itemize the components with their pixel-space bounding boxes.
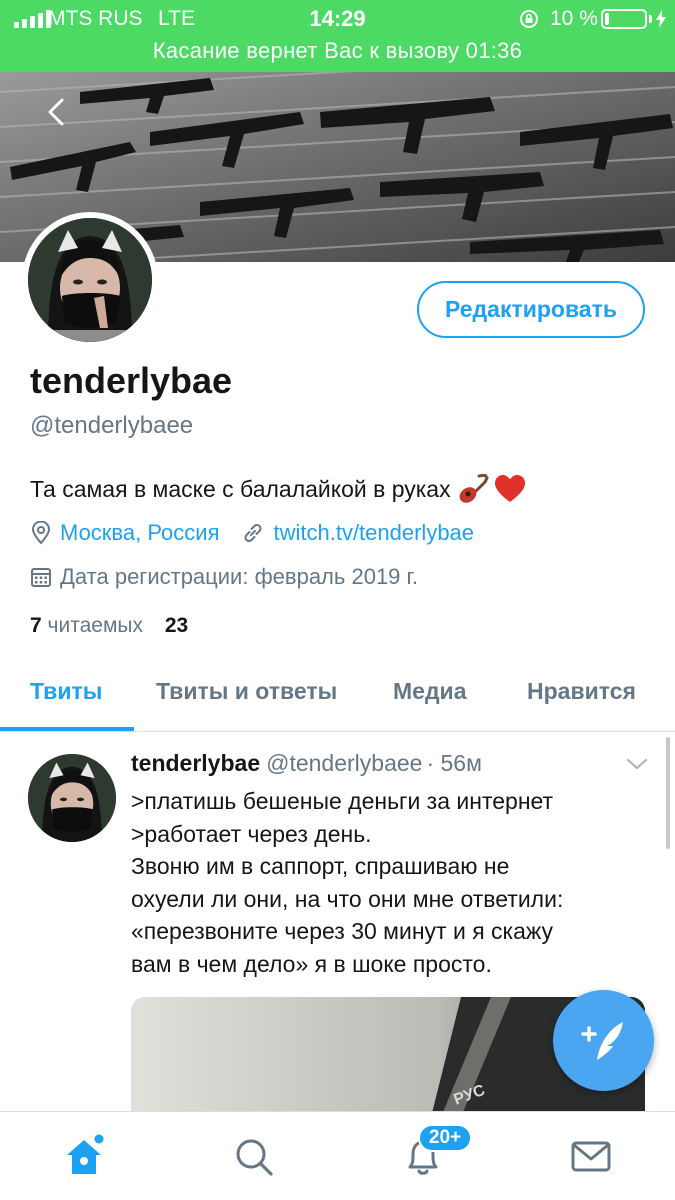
tweet-line: «перезвоните через 30 минут и я скажу: [131, 918, 554, 945]
tweet-text: >платишь бешеные деньги за интернет >раб…: [131, 785, 631, 981]
calendar-icon: [31, 568, 51, 587]
scrollbar[interactable]: [666, 737, 670, 849]
back-button[interactable]: [30, 90, 82, 134]
tab-tweets-and-replies[interactable]: Твиты и ответы: [156, 678, 337, 705]
profile-handle: @tenderlybaee: [30, 412, 194, 439]
tab-media[interactable]: Медиа: [393, 678, 466, 705]
battery-percent: 10 %: [550, 7, 598, 30]
notifications-badge: 20+: [418, 1124, 472, 1152]
followers-count: 23: [164, 614, 189, 637]
messages-icon: [571, 1141, 611, 1172]
tweet-line: >платишь бешеные деньги за интернет: [131, 788, 554, 814]
compose-feather-icon: [580, 1021, 623, 1060]
tweet-timestamp: · 56м: [426, 750, 482, 776]
guitar-emoji: [459, 474, 489, 503]
nav-messages[interactable]: [569, 1134, 613, 1178]
nav-home[interactable]: [62, 1134, 106, 1178]
followers-stat[interactable]: 23: [165, 614, 188, 637]
profile-location[interactable]: Москва, Россия: [60, 520, 219, 546]
nav-search[interactable]: [231, 1134, 275, 1178]
tweet-author-handle: @tenderlybaee: [266, 750, 423, 776]
tab-tweets[interactable]: Твиты: [30, 678, 102, 705]
location-pin-icon: [31, 521, 51, 545]
chevron-down-icon[interactable]: [626, 756, 648, 772]
profile-stats: 7 читаемых 23: [30, 614, 188, 638]
search-icon: [236, 1139, 273, 1176]
tweet-header: tenderlybae @tenderlybaee · 56м: [131, 750, 482, 777]
active-tab-indicator: [0, 727, 134, 731]
tab-likes[interactable]: Нравится: [527, 678, 636, 705]
profile-display-name: tenderlybae: [30, 360, 233, 401]
following-count: 7: [30, 614, 42, 637]
edit-profile-button[interactable]: Редактировать: [417, 281, 645, 338]
chevron-left-icon: [48, 98, 64, 126]
profile-tabs: Твиты Твиты и ответы Медиа Нравится: [0, 662, 675, 732]
status-bar: MTS RUS LTE 14:29 10 % Касание вернет Ва…: [0, 0, 675, 72]
battery-icon: [601, 9, 647, 29]
battery-tip: [649, 15, 652, 23]
tweet-author-name[interactable]: tenderlybae: [131, 750, 260, 776]
active-call-banner[interactable]: Касание вернет Вас к вызову 01:36: [0, 38, 675, 64]
tweet-line: >работает через день.: [131, 820, 372, 847]
bottom-navigation: [0, 1111, 675, 1200]
tweet-avatar[interactable]: [28, 754, 116, 842]
compose-tweet-button[interactable]: [553, 990, 654, 1091]
avatar-photo: [28, 218, 152, 342]
tweet-line: охуели ли они, на что они мне ответили:: [131, 885, 564, 912]
profile-joined-date: Дата регистрации: февраль 2019 г.: [60, 564, 418, 589]
following-stat[interactable]: 7 читаемых: [30, 614, 143, 637]
charging-icon: [656, 10, 666, 28]
tweet-line: Звоню им в саппорт, спрашиваю не: [131, 853, 510, 880]
profile-meta-row: Москва, Россия twitch.tv/tenderlybae: [30, 518, 474, 548]
profile-avatar[interactable]: [22, 212, 158, 348]
link-icon: [244, 523, 263, 543]
profile-bio: Та самая в маске с балалайкой в руках: [30, 474, 527, 504]
home-icon: [67, 1134, 104, 1174]
rotation-lock-icon: [520, 10, 538, 28]
heart-emoji: [494, 475, 525, 502]
profile-joined-row: Дата регистрации: февраль 2019 г.: [30, 562, 418, 592]
tweet-line: вам в чем дело» я в шоке просто.: [131, 950, 492, 977]
profile-website-link[interactable]: twitch.tv/tenderlybae: [273, 520, 474, 546]
following-label: читаемых: [47, 614, 143, 637]
bio-text: Та самая в маске с балалайкой в руках: [30, 475, 451, 502]
avatar-photo: [28, 754, 116, 842]
